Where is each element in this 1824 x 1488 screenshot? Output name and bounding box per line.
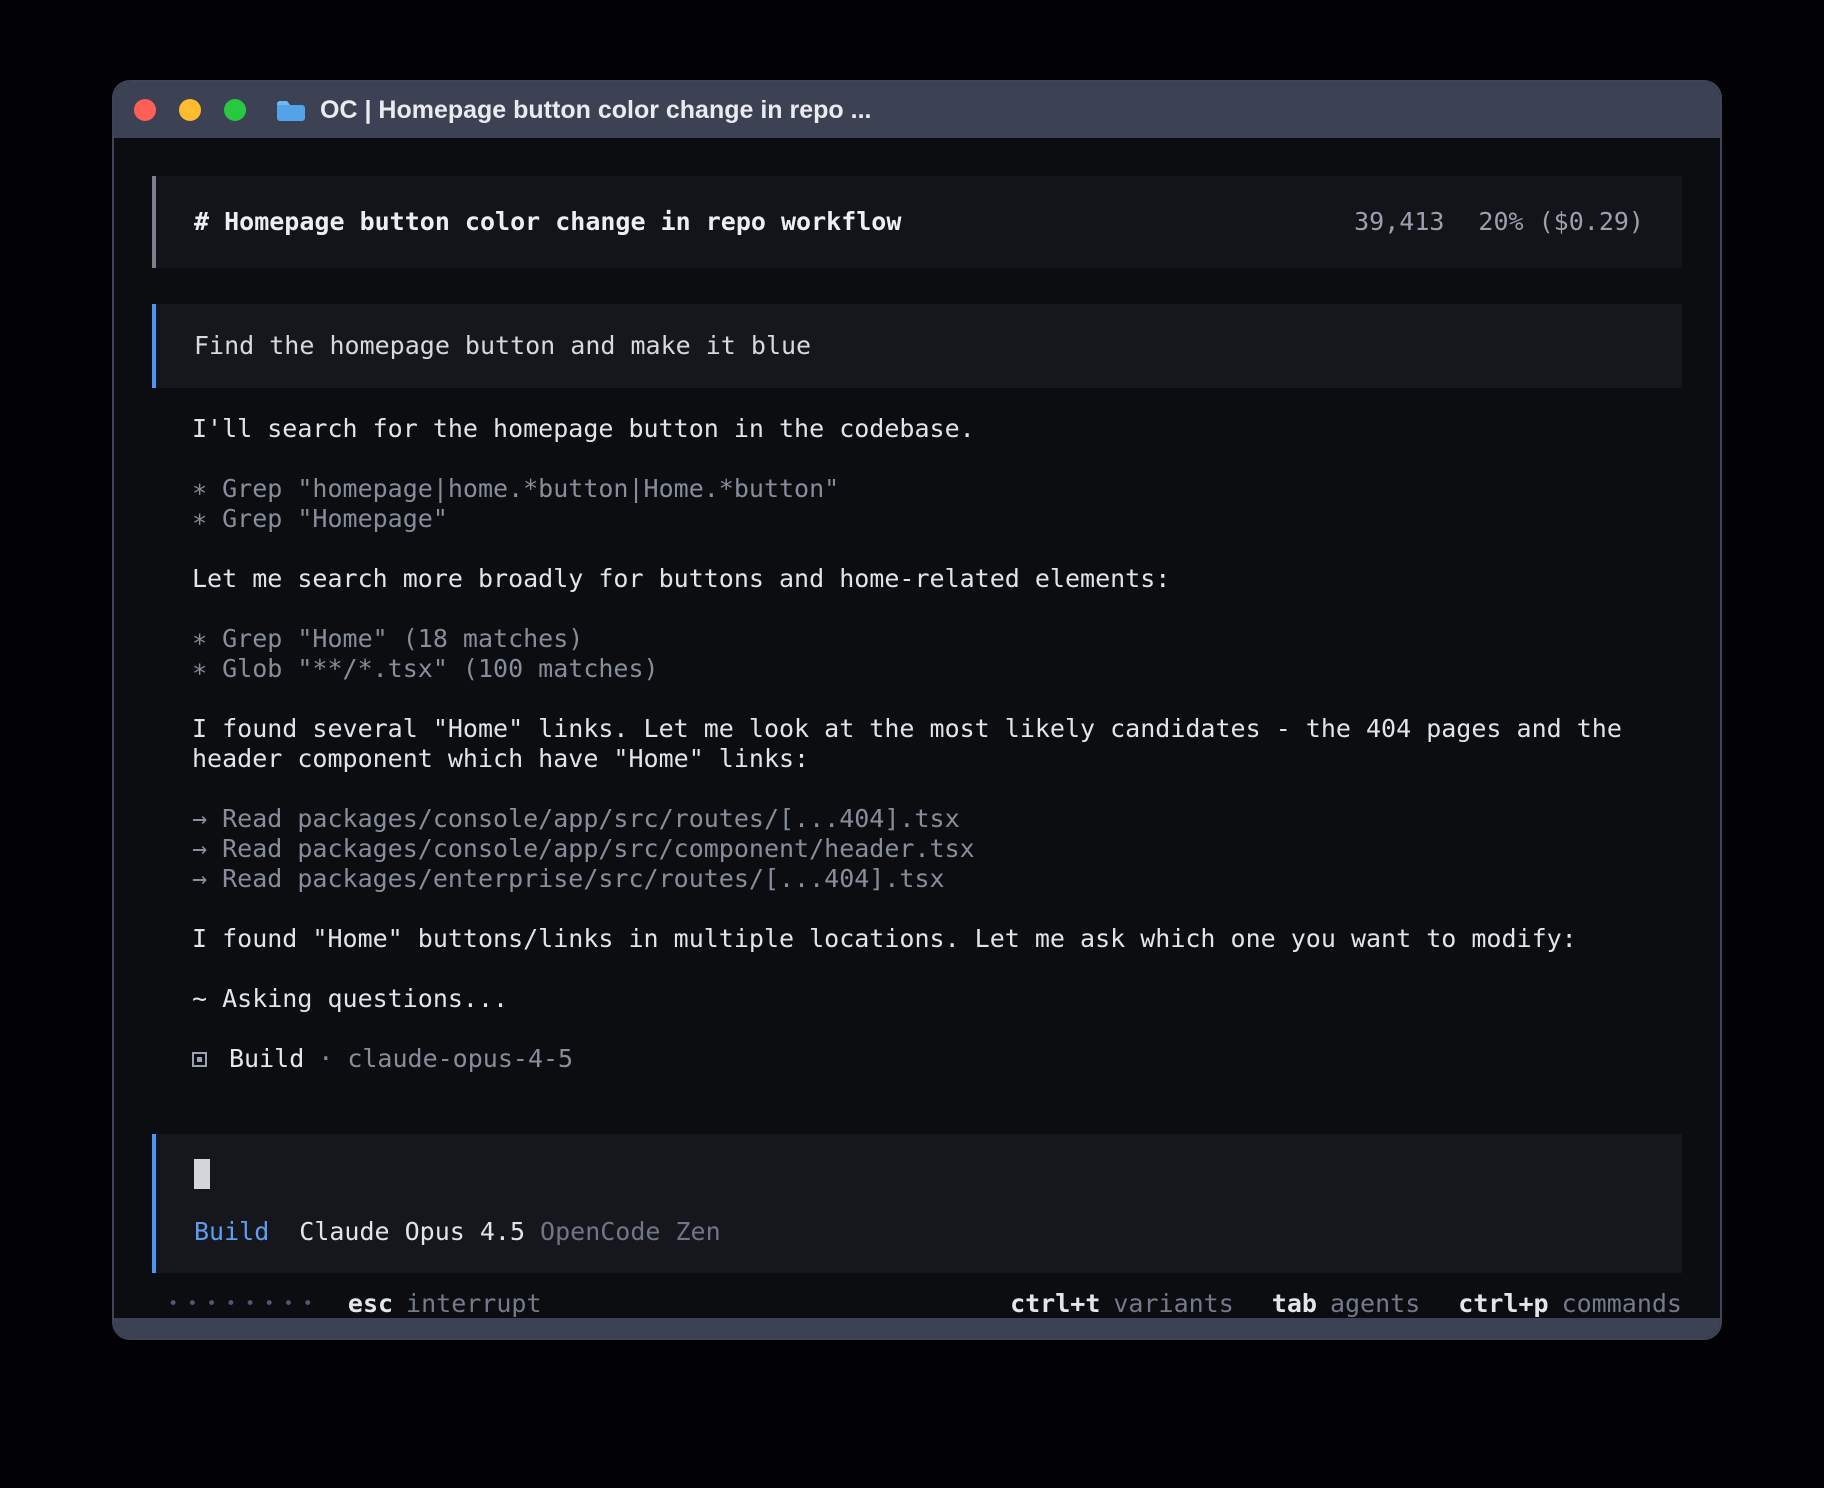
hint-agents: tab agents	[1272, 1289, 1420, 1319]
agent-separator: ·	[318, 1044, 333, 1074]
conversation: I'll search for the homepage button in t…	[192, 414, 1682, 1104]
key-ctrl-p: ctrl+p	[1458, 1289, 1548, 1319]
hint-interrupt: esc interrupt	[348, 1289, 542, 1319]
window-bottom-chrome	[114, 1318, 1720, 1338]
user-message-text: Find the homepage button and make it blu…	[194, 331, 811, 360]
tool-call-read: → Read packages/console/app/src/routes/[…	[192, 804, 1682, 834]
tool-call-read: → Read packages/console/app/src/componen…	[192, 834, 1682, 864]
key-tab: tab	[1272, 1289, 1317, 1319]
hint-variants: ctrl+t variants	[1010, 1289, 1234, 1319]
tool-call-glob: ∗ Glob "**/*.tsx" (100 matches)	[192, 654, 1682, 684]
tool-call-grep: ∗ Grep "Homepage"	[192, 504, 1682, 534]
title-bar[interactable]: OC | Homepage button color change in rep…	[114, 82, 1720, 138]
hint-label-agents: agents	[1330, 1289, 1420, 1319]
hint-label-interrupt: interrupt	[406, 1289, 541, 1319]
session-header: # Homepage button color change in repo w…	[152, 176, 1682, 268]
terminal-window: OC | Homepage button color change in rep…	[112, 80, 1722, 1340]
zoom-button[interactable]	[224, 99, 246, 121]
session-title: # Homepage button color change in repo w…	[194, 207, 901, 237]
hint-label-variants: variants	[1113, 1289, 1233, 1319]
provider-label: OpenCode Zen	[540, 1217, 721, 1247]
prompt-input[interactable]: Build Claude Opus 4.5 OpenCode Zen	[152, 1134, 1682, 1273]
key-esc: esc	[348, 1289, 393, 1319]
close-button[interactable]	[134, 99, 156, 121]
session-stats: 39,413 20% ($0.29)	[1354, 207, 1644, 237]
assistant-message: I'll search for the homepage button in t…	[192, 414, 1682, 444]
assistant-message: Let me search more broadly for buttons a…	[192, 564, 1682, 594]
text-cursor	[194, 1159, 210, 1189]
folder-icon	[276, 98, 306, 122]
tool-call-grep: ∗ Grep "homepage|home.*button|Home.*butt…	[192, 474, 1682, 504]
assistant-status: ~ Asking questions...	[192, 984, 1682, 1014]
assistant-message: header component which have "Home" links…	[192, 744, 1682, 774]
agent-model: claude-opus-4-5	[347, 1044, 573, 1074]
hint-commands: ctrl+p commands	[1458, 1289, 1682, 1319]
agent-status-line: Build · claude-opus-4-5	[192, 1044, 1682, 1074]
model-label[interactable]: Claude Opus 4.5	[299, 1217, 525, 1247]
input-meta: Build Claude Opus 4.5 OpenCode Zen	[194, 1217, 1644, 1247]
context-usage: 20% ($0.29)	[1478, 207, 1644, 237]
tool-call-grep: ∗ Grep "Home" (18 matches)	[192, 624, 1682, 654]
assistant-message: I found "Home" buttons/links in multiple…	[192, 924, 1682, 954]
assistant-message: I found several "Home" links. Let me loo…	[192, 714, 1682, 744]
status-bar-right: ctrl+t variants tab agents ctrl+p comman…	[1010, 1289, 1682, 1319]
tool-call-read: → Read packages/enterprise/src/routes/[.…	[192, 864, 1682, 894]
token-count: 39,413	[1354, 207, 1444, 237]
spinner-dots: ••••••••	[168, 1289, 322, 1319]
agent-name: Build	[229, 1044, 304, 1074]
hint-label-commands: commands	[1562, 1289, 1682, 1319]
user-message: Find the homepage button and make it blu…	[152, 304, 1682, 388]
key-ctrl-t: ctrl+t	[1010, 1289, 1100, 1319]
terminal-content: # Homepage button color change in repo w…	[114, 138, 1720, 1318]
status-bar: •••••••• esc interrupt ctrl+t variants t…	[152, 1289, 1682, 1319]
minimize-button[interactable]	[179, 99, 201, 121]
window-title: OC | Homepage button color change in rep…	[320, 96, 871, 125]
mode-label[interactable]: Build	[194, 1217, 269, 1247]
traffic-lights	[134, 99, 246, 121]
agent-icon	[192, 1052, 207, 1067]
